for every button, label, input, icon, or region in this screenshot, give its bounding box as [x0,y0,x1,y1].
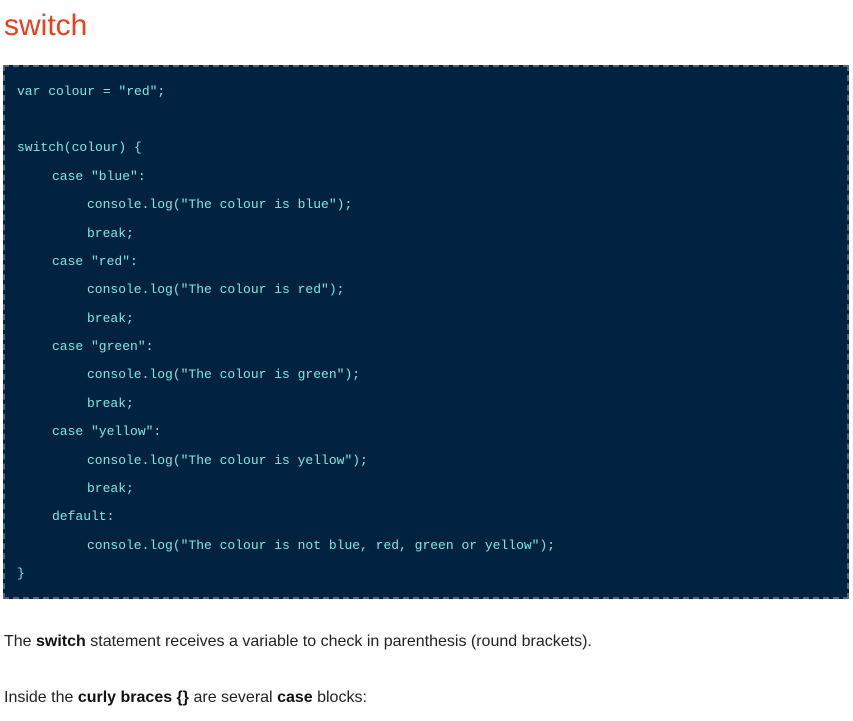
paragraph-switch-intro: The switch statement receives a variable… [4,632,592,652]
code-line: console.log("The colour is green"); [87,367,361,382]
code-line: switch(colour) { [17,140,142,155]
text-run: blocks: [312,689,367,706]
keyword-case: case [277,689,313,706]
code-line: case "red": [52,254,138,269]
text-run: Inside the [4,689,78,706]
text-run: The [4,633,37,650]
code-line: break; [87,311,134,326]
code-line: console.log("The colour is yellow"); [87,453,368,468]
page-title: switch [4,9,88,42]
code-line: break; [87,396,134,411]
code-line: console.log("The colour is red"); [87,282,345,297]
keyword-switch: switch [36,633,86,650]
code-line: case "yellow": [52,424,162,439]
code-line: case "green": [52,339,154,354]
text-run: are several [189,689,278,706]
code-line: case "blue": [52,169,146,184]
code-line: break; [87,481,134,496]
code-block: var colour = "red"; switch(colour) { cas… [3,65,849,599]
code-line: var colour = "red"; [17,84,166,99]
code-line: default: [52,509,115,524]
paragraph-case-blocks: Inside the curly braces {} are several c… [4,688,367,708]
text-run: statement receives a variable to check i… [85,633,592,650]
code-line: break; [87,226,134,241]
keyword-curly-braces: curly braces {} [77,689,190,706]
code-line: console.log("The colour is not blue, red… [87,538,556,553]
code-line: } [17,566,25,581]
code-line: console.log("The colour is blue"); [87,197,353,212]
